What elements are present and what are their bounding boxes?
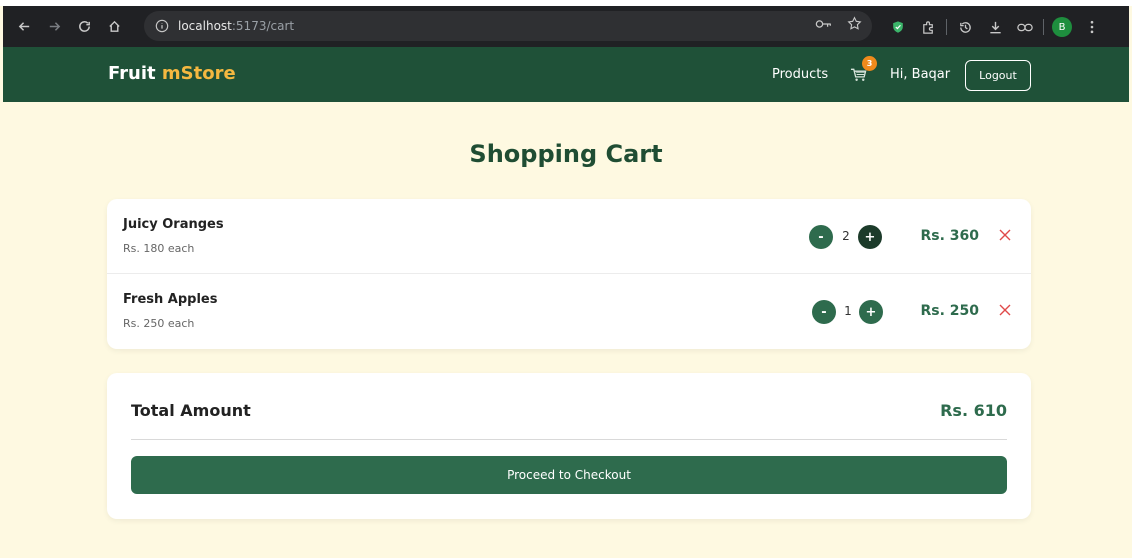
avatar: B [1052, 17, 1072, 37]
item-quantity: 1 [844, 304, 852, 318]
profile-button[interactable]: B [1047, 14, 1077, 40]
share-link-button[interactable] [1010, 14, 1040, 40]
address-bar[interactable]: localhost:5173/cart [144, 11, 872, 41]
cart-item-row: Juicy Oranges Rs. 180 each - 2 + Rs. 360 [107, 199, 1031, 274]
item-line-total: Rs. 250 [920, 303, 979, 319]
back-button[interactable] [11, 14, 37, 40]
toolbar-separator [946, 19, 947, 35]
nav-link-products[interactable]: Products [772, 67, 828, 82]
item-quantity: 2 [842, 229, 850, 243]
item-line-total: Rs. 360 [920, 228, 979, 244]
arrow-right-icon [49, 22, 60, 31]
remove-item-icon[interactable] [997, 302, 1013, 318]
proceed-to-checkout-button[interactable]: Proceed to Checkout [131, 456, 1007, 494]
item-unit-price: Rs. 250 each [123, 317, 195, 330]
item-name: Fresh Apples [123, 292, 218, 307]
link-icon [1017, 23, 1033, 31]
url-text: localhost:5173/cart [178, 19, 294, 33]
home-button[interactable] [101, 14, 127, 40]
downloads-button[interactable] [980, 14, 1010, 40]
brand-text-main: Fruit [108, 63, 162, 84]
total-amount-value: Rs. 610 [940, 401, 1007, 420]
url-host: localhost [178, 19, 232, 33]
page-title: Shopping Cart [469, 140, 663, 168]
reload-button[interactable] [71, 14, 97, 40]
key-icon[interactable] [815, 18, 833, 30]
url-path: :5173/cart [231, 19, 295, 33]
extension-shield-button[interactable] [883, 14, 913, 40]
decrease-quantity-button[interactable]: - [812, 300, 836, 324]
bookmark-star-icon[interactable] [847, 16, 862, 31]
toolbar-separator [1043, 19, 1044, 35]
total-amount-label: Total Amount [131, 401, 251, 420]
puzzle-icon [922, 20, 933, 34]
order-summary-card: Total Amount Rs. 610 Proceed to Checkout [107, 373, 1031, 519]
arrow-left-icon [18, 22, 29, 31]
browser-toolbar: localhost:5173/cart B [3, 6, 1129, 47]
shield-icon [893, 21, 903, 33]
decrease-quantity-button[interactable]: - [809, 225, 833, 249]
increase-quantity-button[interactable]: + [859, 300, 883, 324]
logout-button[interactable]: Logout [965, 60, 1031, 91]
cart-items-card: Juicy Oranges Rs. 180 each - 2 + Rs. 360… [107, 199, 1031, 349]
home-icon [108, 20, 120, 32]
cart-count-badge: 3 [862, 56, 877, 71]
extensions-button[interactable] [913, 14, 943, 40]
brand-logo[interactable]: Fruit mStore [108, 63, 236, 84]
remove-item-icon[interactable] [997, 227, 1013, 243]
download-icon [989, 21, 1001, 33]
item-name: Juicy Oranges [123, 217, 224, 232]
item-unit-price: Rs. 180 each [123, 242, 195, 255]
cart-item-row: Fresh Apples Rs. 250 each - 1 + Rs. 250 [107, 274, 1031, 349]
browser-menu-button[interactable] [1077, 14, 1107, 40]
forward-button[interactable] [41, 14, 67, 40]
brand-text-accent: mStore [161, 63, 236, 84]
reload-icon [78, 21, 90, 32]
app-header: Fruit mStore Products 3 Hi, Baqar Logout [3, 47, 1129, 102]
site-info-icon[interactable] [152, 16, 172, 36]
history-icon [959, 21, 971, 33]
increase-quantity-button[interactable]: + [858, 225, 882, 249]
user-greeting: Hi, Baqar [890, 67, 951, 82]
history-button[interactable] [950, 14, 980, 40]
cart-button[interactable]: 3 [850, 56, 877, 86]
kebab-menu-icon [1090, 20, 1094, 34]
summary-divider [131, 439, 1007, 440]
